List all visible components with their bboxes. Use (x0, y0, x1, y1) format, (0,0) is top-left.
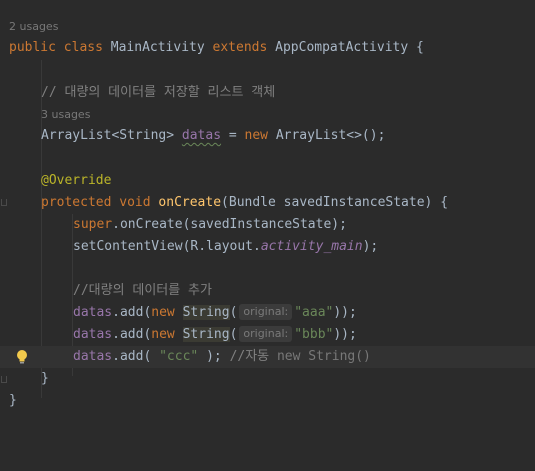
class-name: MainActivity (110, 40, 205, 55)
brace: { (408, 40, 424, 55)
type: ArrayList<String> (41, 128, 182, 143)
method-close-brace: } (41, 371, 49, 386)
call-close: ); (198, 349, 230, 364)
add-line: datas.add(new String(original: "bbb")); (9, 324, 535, 346)
parameter-hint: original: (239, 304, 293, 320)
fold-marker-icon[interactable] (1, 199, 7, 206)
field-ref: datas (73, 305, 113, 320)
comment-line: //대량의 데이터를 추가 (73, 283, 212, 298)
comment-line: // 대량의 데이터를 저장할 리스트 객체 (41, 85, 276, 100)
call-close: ); (362, 239, 379, 254)
keyword: new (244, 128, 268, 143)
gutter (0, 0, 9, 471)
parameter-hint: original: (239, 326, 293, 342)
call: .onCreate(savedInstanceState); (112, 217, 347, 232)
class-close-brace: } (9, 393, 17, 408)
keyword: new (151, 327, 175, 342)
call: setContentView(R.layout. (73, 239, 261, 254)
parent-class: AppCompatActivity (275, 40, 409, 55)
call-close: )); (333, 327, 357, 342)
fold-marker-icon[interactable] (1, 376, 7, 383)
field-name: datas (181, 128, 222, 143)
class-ref: String (182, 327, 230, 342)
comment: //자동 (229, 349, 277, 364)
lightbulb-icon[interactable] (16, 349, 28, 365)
current-line[interactable]: datas.add( "ccc" ); //자동 new String() (0, 346, 535, 368)
keyword: new (151, 305, 175, 320)
set-content-line: setContentView(R.layout.activity_main); (9, 236, 535, 258)
call: .add( (112, 349, 160, 364)
resource-name: activity_main (260, 239, 363, 254)
string-literal: "aaa" (294, 305, 334, 320)
constructor: ArrayList<>(); (268, 128, 386, 143)
string-literal: "ccc" (159, 349, 199, 364)
params: (Bundle savedInstanceState) { (221, 195, 449, 210)
ghost-text: new String() (276, 349, 371, 364)
usages-hint[interactable]: 2 usages (9, 18, 58, 36)
code-editor[interactable]: 2 usages public class MainActivity exten… (0, 0, 535, 471)
keyword: public (9, 40, 56, 55)
keyword: class (63, 40, 103, 55)
string-literal: "bbb" (294, 327, 334, 342)
paren: ( (229, 327, 238, 342)
class-ref: String (182, 305, 230, 320)
usages-hint[interactable]: 3 usages (41, 106, 90, 124)
field-ref: datas (73, 349, 113, 364)
method-declaration-line: protected void onCreate(Bundle savedInst… (9, 192, 535, 214)
operator: = (221, 128, 245, 143)
paren: ( (229, 305, 238, 320)
method-name: onCreate (158, 195, 222, 210)
class-declaration-line: public class MainActivity extends AppCom… (9, 37, 535, 59)
keyword: protected (41, 195, 112, 210)
call: .add( (112, 305, 152, 320)
annotation-line: @Override (41, 173, 112, 188)
field-declaration-line: ArrayList<String> datas = new ArrayList<… (9, 125, 535, 147)
call: .add( (112, 327, 152, 342)
super-call-line: super.onCreate(savedInstanceState); (9, 214, 535, 236)
add-line: datas.add(new String(original: "aaa")); (9, 302, 535, 324)
keyword: extends (212, 40, 268, 55)
keyword: super (73, 217, 113, 232)
field-ref: datas (73, 327, 113, 342)
call-close: )); (333, 305, 357, 320)
keyword: void (119, 195, 151, 210)
